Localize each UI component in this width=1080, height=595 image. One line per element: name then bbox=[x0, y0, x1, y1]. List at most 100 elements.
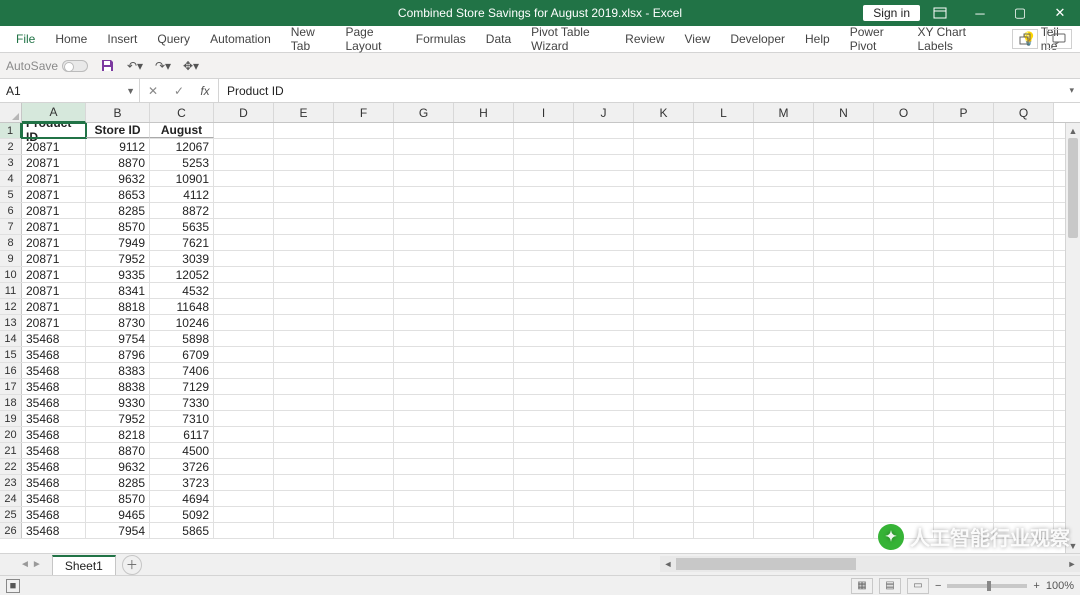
tab-new-tab[interactable]: New Tab bbox=[281, 26, 336, 52]
cell-J12[interactable] bbox=[574, 299, 634, 314]
save-icon[interactable] bbox=[98, 57, 116, 75]
row-header[interactable]: 19 bbox=[0, 411, 22, 426]
cell-D4[interactable] bbox=[214, 171, 274, 186]
cell-G12[interactable] bbox=[394, 299, 454, 314]
cell-B21[interactable]: 8870 bbox=[86, 443, 150, 458]
record-macro-icon[interactable]: ■ bbox=[6, 579, 20, 593]
cell-J9[interactable] bbox=[574, 251, 634, 266]
cell-B16[interactable]: 8383 bbox=[86, 363, 150, 378]
cell-I2[interactable] bbox=[514, 139, 574, 154]
cell-G15[interactable] bbox=[394, 347, 454, 362]
cell-E4[interactable] bbox=[274, 171, 334, 186]
cell-L22[interactable] bbox=[694, 459, 754, 474]
cell-K14[interactable] bbox=[634, 331, 694, 346]
touch-mode-icon[interactable]: ✥▾ bbox=[182, 57, 200, 75]
cell-D20[interactable] bbox=[214, 427, 274, 442]
cell-B6[interactable]: 8285 bbox=[86, 203, 150, 218]
cell-A9[interactable]: 20871 bbox=[22, 251, 86, 266]
cell-M25[interactable] bbox=[754, 507, 814, 522]
cell-M11[interactable] bbox=[754, 283, 814, 298]
cell-E2[interactable] bbox=[274, 139, 334, 154]
cell-Q5[interactable] bbox=[994, 187, 1054, 202]
cell-G6[interactable] bbox=[394, 203, 454, 218]
cell-C8[interactable]: 7621 bbox=[150, 235, 214, 250]
tab-view[interactable]: View bbox=[675, 26, 721, 52]
cell-M14[interactable] bbox=[754, 331, 814, 346]
cell-B18[interactable]: 9330 bbox=[86, 395, 150, 410]
cell-N24[interactable] bbox=[814, 491, 874, 506]
cell-O24[interactable] bbox=[874, 491, 934, 506]
cell-P23[interactable] bbox=[934, 475, 994, 490]
cell-O6[interactable] bbox=[874, 203, 934, 218]
cell-H7[interactable] bbox=[454, 219, 514, 234]
cell-E7[interactable] bbox=[274, 219, 334, 234]
page-break-view-icon[interactable]: ▭ bbox=[907, 578, 929, 594]
cell-L21[interactable] bbox=[694, 443, 754, 458]
cell-K17[interactable] bbox=[634, 379, 694, 394]
cell-B25[interactable]: 9465 bbox=[86, 507, 150, 522]
row-header[interactable]: 12 bbox=[0, 299, 22, 314]
scroll-down-icon[interactable]: ▼ bbox=[1066, 538, 1080, 553]
cell-I7[interactable] bbox=[514, 219, 574, 234]
cell-E22[interactable] bbox=[274, 459, 334, 474]
tab-xy-chart-labels[interactable]: XY Chart Labels bbox=[908, 26, 993, 52]
cell-O21[interactable] bbox=[874, 443, 934, 458]
cell-I15[interactable] bbox=[514, 347, 574, 362]
cell-Q18[interactable] bbox=[994, 395, 1054, 410]
cell-C7[interactable]: 5635 bbox=[150, 219, 214, 234]
cell-I18[interactable] bbox=[514, 395, 574, 410]
cell-I14[interactable] bbox=[514, 331, 574, 346]
cell-K4[interactable] bbox=[634, 171, 694, 186]
cell-D6[interactable] bbox=[214, 203, 274, 218]
cell-Q17[interactable] bbox=[994, 379, 1054, 394]
row-header[interactable]: 18 bbox=[0, 395, 22, 410]
cell-E6[interactable] bbox=[274, 203, 334, 218]
cell-B22[interactable]: 9632 bbox=[86, 459, 150, 474]
sheet-nav[interactable]: ◄► bbox=[20, 559, 42, 570]
share-button[interactable] bbox=[1012, 29, 1038, 49]
cell-D19[interactable] bbox=[214, 411, 274, 426]
cell-K7[interactable] bbox=[634, 219, 694, 234]
cell-F3[interactable] bbox=[334, 155, 394, 170]
cell-J1[interactable] bbox=[574, 123, 634, 138]
cell-O11[interactable] bbox=[874, 283, 934, 298]
cell-A24[interactable]: 35468 bbox=[22, 491, 86, 506]
cell-N8[interactable] bbox=[814, 235, 874, 250]
cell-B23[interactable]: 8285 bbox=[86, 475, 150, 490]
normal-view-icon[interactable]: ▦ bbox=[851, 578, 873, 594]
cell-C9[interactable]: 3039 bbox=[150, 251, 214, 266]
cell-H9[interactable] bbox=[454, 251, 514, 266]
cell-G17[interactable] bbox=[394, 379, 454, 394]
cell-K11[interactable] bbox=[634, 283, 694, 298]
cell-N4[interactable] bbox=[814, 171, 874, 186]
cell-P9[interactable] bbox=[934, 251, 994, 266]
cell-Q10[interactable] bbox=[994, 267, 1054, 282]
cell-D11[interactable] bbox=[214, 283, 274, 298]
cell-J10[interactable] bbox=[574, 267, 634, 282]
row-header[interactable]: 10 bbox=[0, 267, 22, 282]
cell-N19[interactable] bbox=[814, 411, 874, 426]
cell-I23[interactable] bbox=[514, 475, 574, 490]
cell-Q20[interactable] bbox=[994, 427, 1054, 442]
cell-H24[interactable] bbox=[454, 491, 514, 506]
cell-H13[interactable] bbox=[454, 315, 514, 330]
cell-J11[interactable] bbox=[574, 283, 634, 298]
column-header-P[interactable]: P bbox=[934, 103, 994, 122]
cell-G2[interactable] bbox=[394, 139, 454, 154]
cell-H21[interactable] bbox=[454, 443, 514, 458]
cell-D10[interactable] bbox=[214, 267, 274, 282]
cell-H1[interactable] bbox=[454, 123, 514, 138]
cell-F7[interactable] bbox=[334, 219, 394, 234]
cell-M9[interactable] bbox=[754, 251, 814, 266]
cell-P14[interactable] bbox=[934, 331, 994, 346]
column-header-K[interactable]: K bbox=[634, 103, 694, 122]
cell-O1[interactable] bbox=[874, 123, 934, 138]
cell-O17[interactable] bbox=[874, 379, 934, 394]
scroll-left-icon[interactable]: ◄ bbox=[660, 559, 676, 569]
cell-D8[interactable] bbox=[214, 235, 274, 250]
cell-I19[interactable] bbox=[514, 411, 574, 426]
cell-M5[interactable] bbox=[754, 187, 814, 202]
row-header[interactable]: 22 bbox=[0, 459, 22, 474]
cell-E17[interactable] bbox=[274, 379, 334, 394]
cell-O2[interactable] bbox=[874, 139, 934, 154]
